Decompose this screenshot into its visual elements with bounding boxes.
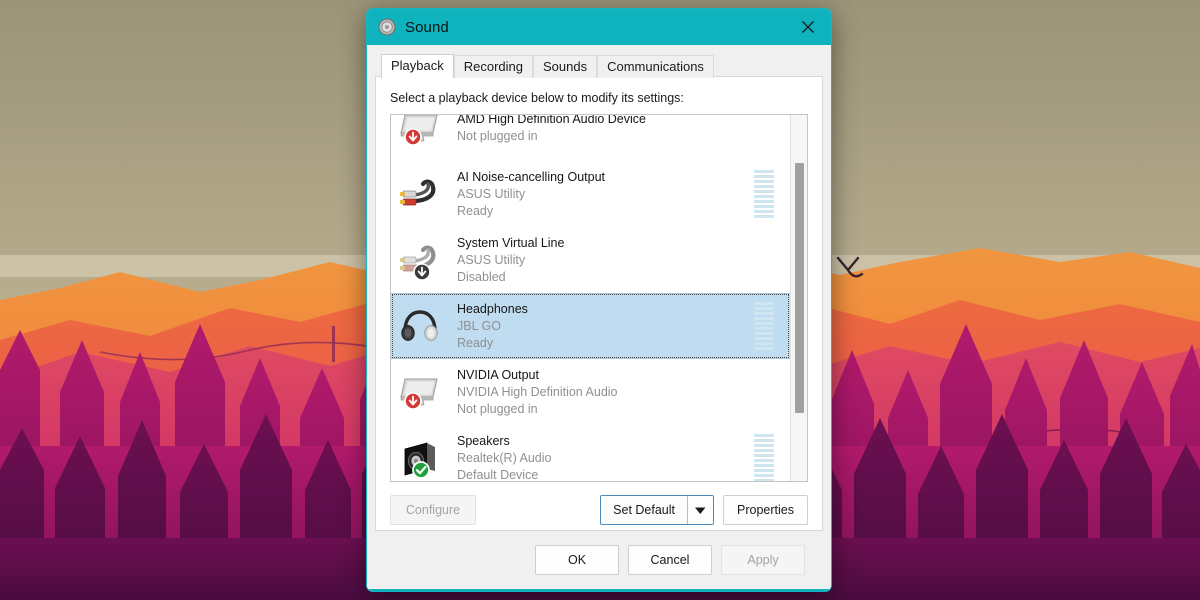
tab-sounds[interactable]: Sounds bbox=[533, 55, 598, 78]
configure-button[interactable]: Configure bbox=[390, 495, 476, 525]
tab-recording[interactable]: Recording bbox=[453, 55, 534, 78]
vu-meter bbox=[754, 302, 774, 350]
vu-meter bbox=[754, 434, 774, 481]
playback-tab-page: Select a playback device below to modify… bbox=[375, 76, 823, 531]
device-subtitle: NVIDIA High Definition Audio bbox=[457, 384, 618, 399]
instruction-label: Select a playback device below to modify… bbox=[390, 91, 684, 105]
tab-playback[interactable]: Playback bbox=[381, 54, 454, 79]
dialog-body: Playback Recording Sounds Communications… bbox=[367, 45, 831, 591]
properties-button[interactable]: Properties bbox=[723, 495, 808, 525]
close-icon[interactable] bbox=[785, 9, 831, 45]
cancel-button[interactable]: Cancel bbox=[628, 545, 712, 575]
device-subtitle: JBL GO bbox=[457, 318, 501, 333]
device-status: Disabled bbox=[457, 269, 506, 284]
tab-strip: Playback Recording Sounds Communications bbox=[367, 45, 831, 79]
set-default-button[interactable]: Set Default bbox=[601, 496, 687, 524]
window-title: Sound bbox=[405, 18, 449, 36]
device-status: Default Device bbox=[457, 467, 539, 482]
footer-accent-line bbox=[367, 589, 831, 591]
device-name: System Virtual Line bbox=[457, 235, 565, 250]
device-name: NVIDIA Output bbox=[457, 367, 539, 382]
title-bar: Sound bbox=[367, 9, 831, 45]
device-action-buttons: Configure Set Default Properties bbox=[390, 482, 808, 525]
device-status: Not plugged in bbox=[457, 401, 538, 416]
list-item[interactable]: AMD High Definition Audio Device Not plu… bbox=[391, 114, 790, 161]
monitor-icon bbox=[397, 369, 443, 415]
list-item[interactable]: Speakers Realtek(R) Audio Default Device bbox=[391, 425, 790, 482]
device-name: AMD High Definition Audio Device bbox=[457, 114, 646, 126]
speaker-icon bbox=[378, 18, 396, 36]
device-subtitle: Realtek(R) Audio bbox=[457, 450, 552, 465]
device-name: AI Noise-cancelling Output bbox=[457, 169, 605, 184]
list-scrollbar[interactable] bbox=[790, 115, 807, 481]
monitor-icon bbox=[397, 115, 443, 151]
device-subtitle: ASUS Utility bbox=[457, 186, 526, 201]
list-item-selected[interactable]: Headphones JBL GO Ready bbox=[391, 293, 790, 359]
list-item[interactable]: AI Noise-cancelling Output ASUS Utility … bbox=[391, 161, 790, 227]
vu-meter bbox=[754, 170, 774, 218]
device-name: Headphones bbox=[457, 301, 528, 316]
device-name: Speakers bbox=[457, 433, 510, 448]
apply-button[interactable]: Apply bbox=[721, 545, 805, 575]
headphones-icon bbox=[397, 303, 443, 349]
chevron-down-icon[interactable] bbox=[687, 496, 713, 524]
speaker-box-icon bbox=[397, 435, 443, 481]
set-default-split-button[interactable]: Set Default bbox=[600, 495, 715, 525]
list-item[interactable]: NVIDIA Output NVIDIA High Definition Aud… bbox=[391, 359, 790, 425]
device-subtitle: ASUS Utility bbox=[457, 252, 526, 267]
device-status: Ready bbox=[457, 335, 494, 350]
playback-device-list[interactable]: AMD High Definition Audio Device Not plu… bbox=[390, 114, 808, 482]
scrollbar-thumb[interactable] bbox=[795, 163, 804, 413]
device-status: Not plugged in bbox=[457, 129, 538, 143]
dialog-buttons: OK Cancel Apply bbox=[367, 532, 831, 589]
ok-button[interactable]: OK bbox=[535, 545, 619, 575]
list-item[interactable]: System Virtual Line ASUS Utility Disable… bbox=[391, 227, 790, 293]
rca-cable-icon bbox=[397, 237, 443, 283]
rca-cable-icon bbox=[397, 171, 443, 217]
device-status: Ready bbox=[457, 203, 494, 218]
sound-dialog-window: Sound Playback Recording Sounds Communic… bbox=[366, 8, 832, 592]
tab-communications[interactable]: Communications bbox=[597, 55, 714, 78]
